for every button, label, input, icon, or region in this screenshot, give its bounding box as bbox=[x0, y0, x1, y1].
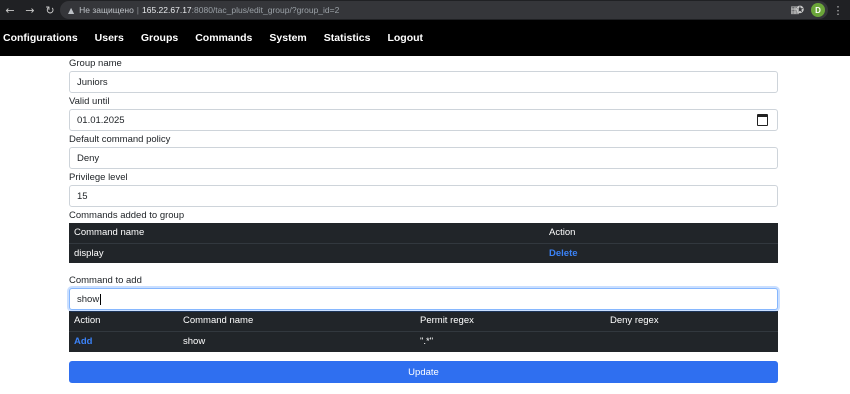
delete-link[interactable]: Delete bbox=[549, 248, 578, 259]
warning-icon: ▲ bbox=[68, 5, 75, 15]
header-deny-regex: Deny regex bbox=[610, 315, 659, 327]
table-header-row: Command name Action bbox=[69, 223, 778, 243]
header-permit-regex: Permit regex bbox=[420, 315, 474, 327]
text-cursor bbox=[100, 293, 102, 305]
nav-logout[interactable]: Logout bbox=[387, 32, 423, 44]
command-search-value: show bbox=[77, 293, 100, 305]
url-host: 165.22.67.17 bbox=[142, 5, 192, 15]
privilege-label: Privilege level bbox=[69, 172, 128, 183]
commands-added-table: Command name Action display Delete bbox=[69, 223, 778, 263]
header-command-name: Command name bbox=[74, 227, 145, 239]
search-results-table: Action Command name Permit regex Deny re… bbox=[69, 311, 778, 352]
extensions-icon[interactable]: ✪ bbox=[792, 0, 808, 20]
group-name-label: Group name bbox=[69, 58, 122, 69]
command-cell: show bbox=[178, 330, 415, 352]
reload-icon[interactable]: ↻ bbox=[40, 0, 60, 20]
command-to-add-label: Command to add bbox=[69, 275, 142, 286]
add-link[interactable]: Add bbox=[74, 336, 92, 347]
table-header-row: Action Command name Permit regex Deny re… bbox=[69, 311, 778, 331]
kebab-menu-icon[interactable]: ⋮ bbox=[830, 0, 846, 20]
valid-until-value: 01.01.2025 bbox=[77, 114, 125, 126]
nav-groups[interactable]: Groups bbox=[141, 32, 178, 44]
header-action: Action bbox=[74, 315, 101, 327]
url-path: :8080/tac_plus/edit_group/?group_id=2 bbox=[191, 5, 340, 15]
privilege-input[interactable]: 15 bbox=[69, 185, 778, 207]
command-search-input[interactable]: show bbox=[69, 288, 778, 310]
privilege-value: 15 bbox=[77, 190, 88, 202]
nav-statistics[interactable]: Statistics bbox=[324, 32, 371, 44]
valid-until-label: Valid until bbox=[69, 96, 110, 107]
table-row: Add show ".*" bbox=[69, 330, 778, 352]
policy-value: Deny bbox=[77, 152, 100, 164]
edit-group-form: Group name Juniors Valid until 01.01.202… bbox=[69, 56, 778, 383]
browser-toolbar: ← → ↻ ▲ Не защищено | 165.22.67.17:8080/… bbox=[0, 0, 850, 20]
policy-select[interactable]: Deny bbox=[69, 147, 778, 169]
update-button[interactable]: Update bbox=[69, 361, 778, 383]
nav-users[interactable]: Users bbox=[95, 32, 124, 44]
nav-configurations[interactable]: Configurations bbox=[3, 32, 78, 44]
policy-label: Default command policy bbox=[69, 134, 171, 145]
permit-regex-cell: ".*" bbox=[415, 330, 605, 352]
back-icon[interactable]: ← bbox=[0, 0, 20, 20]
avatar[interactable]: D bbox=[811, 3, 825, 17]
header-command-name: Command name bbox=[183, 315, 254, 327]
nav-commands[interactable]: Commands bbox=[195, 32, 252, 44]
calendar-icon[interactable] bbox=[757, 114, 768, 126]
group-name-input[interactable]: Juniors bbox=[69, 71, 778, 93]
table-row: display Delete bbox=[69, 242, 778, 263]
forward-icon[interactable]: → bbox=[20, 0, 40, 20]
header-action: Action bbox=[549, 227, 576, 239]
security-label: Не защищено bbox=[79, 5, 134, 15]
command-cell: display bbox=[69, 242, 544, 263]
address-separator: | bbox=[136, 5, 140, 15]
valid-until-input[interactable]: 01.01.2025 bbox=[69, 109, 778, 131]
nav-system[interactable]: System bbox=[269, 32, 306, 44]
deny-regex-cell bbox=[605, 330, 778, 352]
group-name-value: Juniors bbox=[77, 76, 108, 88]
address-bar[interactable]: ▲ Не защищено | 165.22.67.17:8080/tac_pl… bbox=[60, 1, 828, 19]
commands-added-label: Commands added to group bbox=[69, 210, 185, 221]
main-navbar: Configurations Users Groups Commands Sys… bbox=[0, 20, 850, 56]
